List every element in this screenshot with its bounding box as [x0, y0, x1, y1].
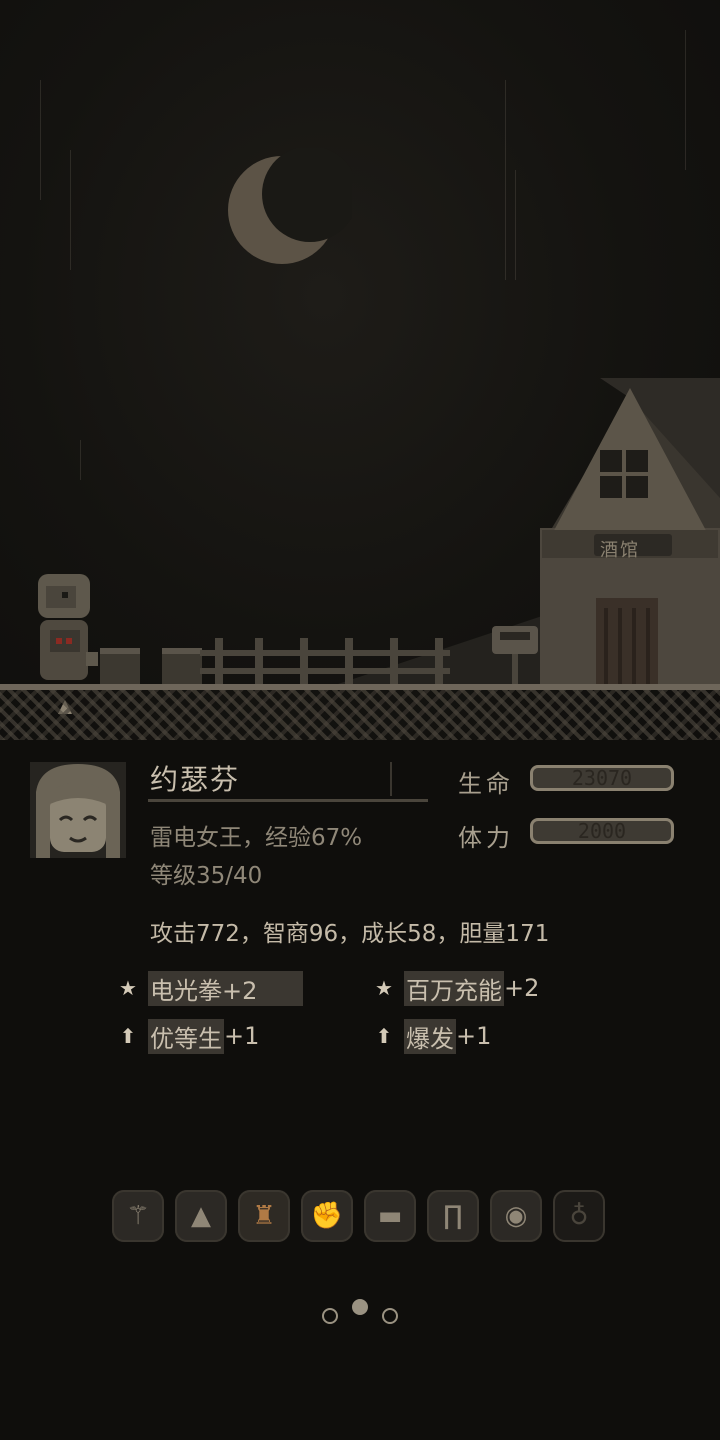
rain-streak — [515, 170, 516, 280]
skill-item[interactable]: ★ 百万充能 +2 — [372, 970, 540, 1006]
boots-icon: ▬ — [377, 1201, 403, 1231]
page-dot[interactable] — [322, 1308, 338, 1324]
crescent-moon-icon — [228, 148, 352, 264]
equip-slot-boots[interactable]: ▬ — [364, 1190, 416, 1242]
rain-streak — [685, 30, 686, 170]
skill-name: 优等生 — [148, 1018, 224, 1054]
equip-slot-hat[interactable]: ▲ — [175, 1190, 227, 1242]
equip-slot-cloak[interactable]: ∏ — [427, 1190, 479, 1242]
star-icon: ★ — [375, 976, 393, 1000]
skill-bonus: +2 — [504, 974, 540, 1002]
character-level: 等级35/40 — [150, 863, 263, 889]
page-dot-active[interactable] — [352, 1299, 368, 1315]
stamina-label: 体力 — [458, 824, 514, 852]
potion-icon: ♁ — [569, 1201, 589, 1231]
hp-label: 生命 — [458, 770, 514, 798]
name-divider — [390, 762, 392, 796]
stamina-bar: 2000 — [530, 818, 674, 844]
ground — [0, 690, 720, 740]
ring-icon: ◉ — [504, 1201, 528, 1231]
equip-slot-armor[interactable]: ♜ — [238, 1190, 290, 1242]
character-title-exp: 雷电女王，经验67% — [150, 825, 363, 851]
armor-icon: ♜ — [252, 1201, 276, 1231]
hp-bar: 23070 — [530, 765, 674, 791]
character-name: 约瑟芬 — [150, 763, 241, 796]
skill-name: 爆发 — [404, 1018, 456, 1054]
hat-icon: ▲ — [191, 1201, 211, 1231]
gloves-icon: ✊ — [310, 1201, 344, 1231]
rain-streak — [505, 80, 506, 280]
arrow-up-icon: ⬆ — [119, 1024, 137, 1048]
character-attributes: 攻击772，智商96，成长58，胆量171 — [150, 921, 550, 947]
stamina-value: 2000 — [577, 819, 627, 843]
rain-streak — [70, 150, 71, 270]
equip-slot-gloves[interactable]: ✊ — [301, 1190, 353, 1242]
skill-item[interactable]: ⬆ 爆发 +1 — [372, 1018, 492, 1054]
skill-item[interactable]: ★ 电光拳+2 — [116, 970, 304, 1006]
fence — [100, 638, 450, 688]
skill-bonus: +1 — [456, 1022, 492, 1050]
page-dot[interactable] — [382, 1308, 398, 1324]
arrow-up-icon: ⬆ — [375, 1024, 393, 1048]
tavern-house — [540, 378, 720, 688]
skill-item[interactable]: ⬆ 优等生 +1 — [116, 1018, 260, 1054]
staff-icon: ⚚ — [126, 1201, 150, 1231]
cloak-icon: ∏ — [443, 1201, 463, 1231]
skill-name: 电光拳 — [150, 976, 222, 1005]
rain-streak — [40, 80, 41, 200]
rain-streak — [80, 440, 81, 480]
skill-name: 百万充能 — [404, 970, 504, 1006]
character-portrait[interactable] — [30, 762, 126, 858]
skill-bonus: +2 — [222, 976, 258, 1005]
skill-bonus: +1 — [224, 1022, 260, 1050]
star-icon: ★ — [119, 976, 137, 1000]
hp-value: 23070 — [571, 766, 633, 790]
tavern-sign: 酒馆 — [600, 540, 640, 561]
equip-slot-potion[interactable]: ♁ — [553, 1190, 605, 1242]
party-characters[interactable] — [32, 568, 102, 686]
name-underline — [148, 799, 428, 802]
equip-slot-ring[interactable]: ◉ — [490, 1190, 542, 1242]
equip-slot-staff[interactable]: ⚚ — [112, 1190, 164, 1242]
game-scene: 酒馆 — [0, 0, 720, 740]
